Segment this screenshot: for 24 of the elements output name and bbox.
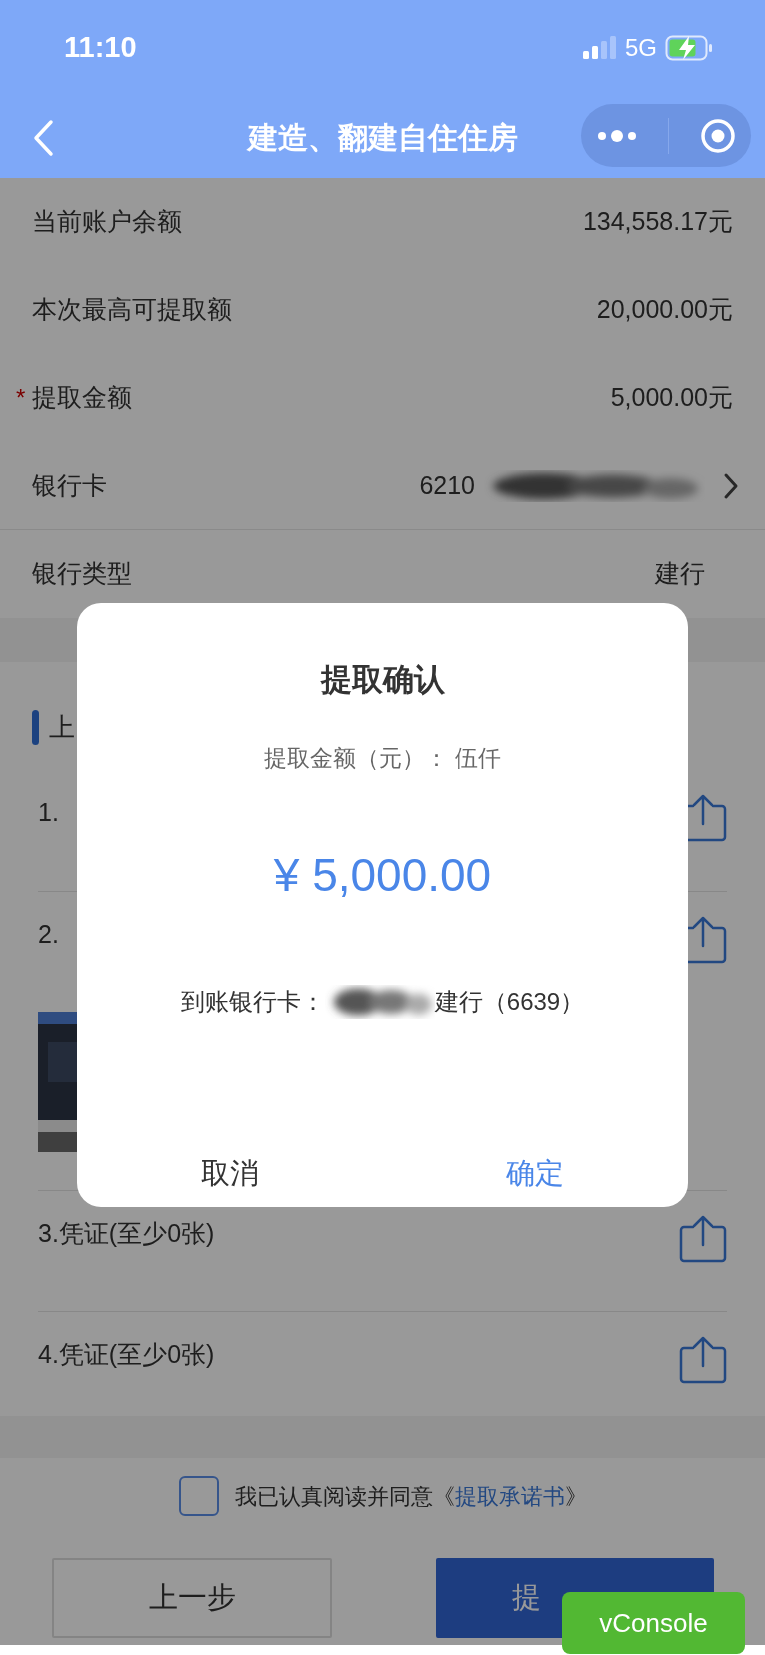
bank-card-label: 到账银行卡： [180, 987, 325, 1017]
field-label: 本次最高可提取额 [32, 294, 232, 326]
field-label: 银行卡 [32, 469, 107, 501]
upload-item-label: 4.凭证(至少0张) [38, 1339, 215, 1370]
status-time: 11:10 [64, 29, 137, 65]
amount-value: ¥ 5,000.00 [272, 848, 493, 903]
field-value: 20,000.00元 [596, 294, 733, 326]
required-mark: * [16, 383, 27, 413]
upload-item-label: 1. [38, 797, 59, 828]
section-title: 上 [49, 710, 75, 744]
amount-in-words: 提取金额（元）： 伍仟 [263, 744, 502, 773]
field-label: 当前账户余额 [32, 206, 182, 238]
upload-item-label: 2. [38, 919, 59, 950]
field-label: 银行类型 [32, 558, 132, 590]
upload-item-label: 3.凭证(至少0张) [38, 1218, 215, 1249]
field-value: 建行 [655, 558, 705, 590]
page-title: 建造、翻建自住住房 [247, 119, 518, 155]
agreement-text: 我已认真阅读并同意《提取承诺书》 [234, 1482, 587, 1511]
dialog-title: 提取确认 [319, 661, 446, 699]
field-label: 提取金额 [32, 382, 132, 414]
bank-card-value: 建行（6639） [434, 987, 585, 1017]
network-label: 5G [625, 32, 657, 63]
field-value: 134,558.17元 [582, 206, 733, 238]
field-value: 5,000.00元 [610, 382, 733, 414]
